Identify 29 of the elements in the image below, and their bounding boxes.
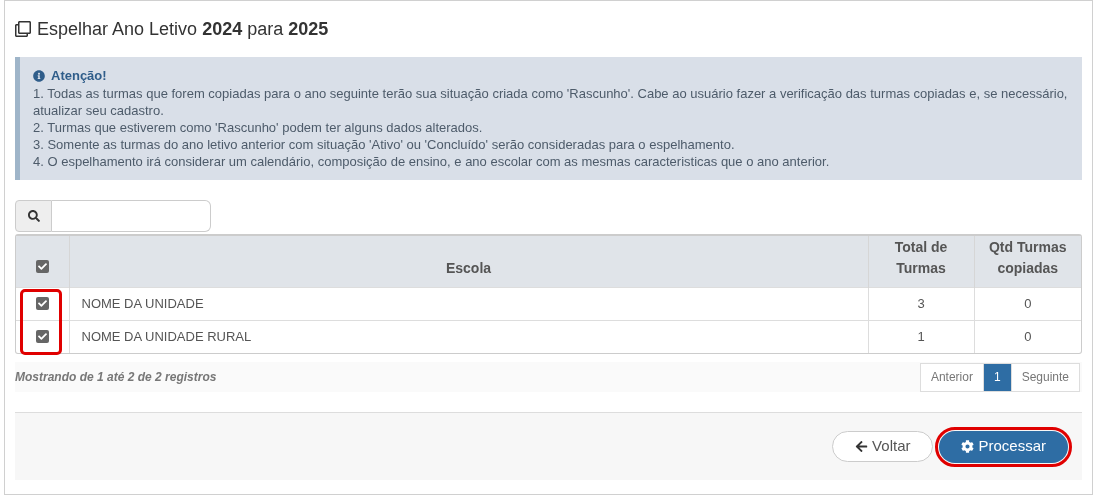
arrow-left-icon: [855, 440, 869, 453]
checkbox[interactable]: [35, 296, 49, 310]
pagination-button[interactable]: Seguinte: [1010, 363, 1079, 391]
page-title: Espelhar Ano Letivo 2024 para 2025: [37, 17, 329, 41]
search-field[interactable]: [52, 200, 211, 232]
records-info: Mostrando de 1 até 2 de 2 registros: [15, 369, 217, 386]
info-icon: [33, 69, 45, 82]
back-button[interactable]: Voltar: [832, 431, 934, 462]
gear-icon: [961, 440, 975, 453]
pagination-button[interactable]: 1: [982, 363, 1011, 391]
checkbox[interactable]: [35, 260, 49, 273]
table-cell: NOME DA UNIDADE RURAL: [81, 329, 252, 344]
column-header: Qtd Turmas copiadas: [974, 236, 1081, 287]
table-cell: NOME DA UNIDADE: [81, 295, 204, 311]
column-header: Total de Turmas: [868, 236, 974, 287]
table-cell: 1: [917, 329, 925, 344]
alert-line: 1. Todas as turmas que forem copiadas para o ano seguinte terão sua situação criada como 'Rascunho'. Cabe ao usuário fazer a verificação das turmas copiadas e, se necessário, atualizar seu cadastro.: [33, 85, 1069, 119]
alert-line: 2. Turmas que estiverem como 'Rascunho' podem ter alguns dados alterados.: [33, 119, 484, 136]
search-icon: [27, 210, 40, 222]
checkbox[interactable]: [35, 330, 49, 343]
table-cell: 0: [1024, 295, 1032, 311]
pagination-button[interactable]: Anterior: [920, 363, 983, 391]
alert-line: 3. Somente as turmas do ano letivo anterior com situação 'Ativo' ou 'Concluído' serão consideradas para o espelhamento.: [33, 136, 736, 153]
copy-icon: [15, 21, 31, 37]
table-cell: 3: [917, 295, 925, 311]
table-cell: 0: [1024, 329, 1032, 344]
alert-line: 4. O espelhamento irá considerar um calendário, composição de ensino, e ano escolar com as mesmas caracteristicas que o ano anterior.: [33, 153, 831, 170]
alert-heading: Atenção!: [51, 67, 107, 84]
column-header: Escola: [69, 236, 868, 287]
